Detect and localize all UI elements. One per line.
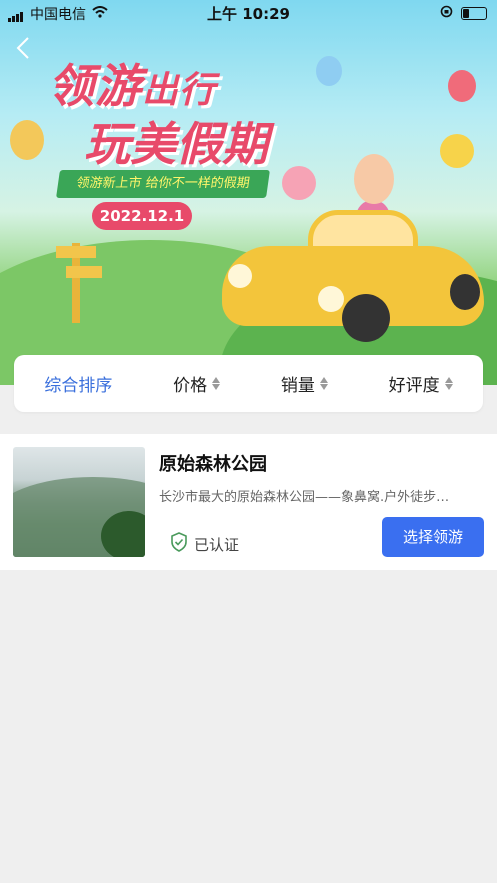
- car-headlight: [228, 264, 252, 288]
- balloon-icon: [448, 70, 476, 102]
- balloon-icon: [10, 120, 44, 160]
- sort-arrows-icon: [319, 377, 328, 390]
- driver-illustration: [354, 154, 394, 204]
- sort-arrows-icon: [212, 377, 221, 390]
- sort-bar: 综合排序 价格 销量 好评度: [14, 355, 483, 412]
- balloon-icon: [316, 56, 342, 86]
- banner-title-small: 出行: [142, 69, 217, 111]
- thumbnail-tree: [101, 511, 145, 557]
- shield-check-icon: [170, 532, 188, 556]
- status-bar: 中国电信 上午 10:29: [0, 0, 497, 26]
- sort-label: 价格: [173, 376, 208, 396]
- sort-label: 综合排序: [44, 376, 113, 396]
- listing-title: 原始森林公园: [159, 454, 267, 475]
- car-wheel: [342, 294, 390, 342]
- verified-badge: 已认证: [170, 532, 239, 556]
- sort-label: 好评度: [388, 376, 440, 396]
- status-right: [440, 5, 487, 22]
- listing-description: 长沙市最大的原始森林公园——象鼻窝.户外徒步…: [159, 490, 450, 505]
- flower-icon: [440, 134, 474, 168]
- car-illustration: [222, 210, 484, 342]
- sort-arrows-icon: [444, 377, 453, 390]
- sort-label: 销量: [280, 376, 315, 396]
- signpost-board: [56, 246, 96, 258]
- listing-thumbnail: [13, 447, 145, 557]
- sort-price[interactable]: 价格: [173, 371, 221, 396]
- sort-composite[interactable]: 综合排序: [44, 371, 112, 396]
- select-guide-button[interactable]: 选择领游: [382, 517, 484, 557]
- sort-sales[interactable]: 销量: [281, 371, 328, 396]
- back-chevron-icon[interactable]: [16, 36, 30, 66]
- promo-banner[interactable]: 领游出行 玩美假期 领游新上市 给你不一样的假期 2022.12.1 中国电信 …: [0, 0, 497, 385]
- banner-title-line2: 玩美假期: [84, 117, 268, 171]
- banner-ribbon: 领游新上市 给你不一样的假期: [56, 170, 270, 198]
- sort-rating[interactable]: 好评度: [389, 371, 453, 396]
- status-time: 上午 10:29: [207, 5, 290, 23]
- flower-icon: [282, 166, 316, 200]
- car-wheel: [450, 274, 480, 310]
- battery-icon: [461, 7, 487, 20]
- banner-title-big: 领游: [48, 59, 142, 113]
- verified-label: 已认证: [194, 535, 240, 554]
- signpost-board: [66, 266, 102, 278]
- car-headlight: [318, 286, 344, 312]
- banner-title-line1: 领游出行: [48, 50, 216, 116]
- banner-date: 2022.12.1: [92, 202, 192, 230]
- listing-card[interactable]: 原始森林公园 长沙市最大的原始森林公园——象鼻窝.户外徒步… 已认证 选择领游: [0, 434, 497, 570]
- orientation-lock-icon: [440, 5, 453, 22]
